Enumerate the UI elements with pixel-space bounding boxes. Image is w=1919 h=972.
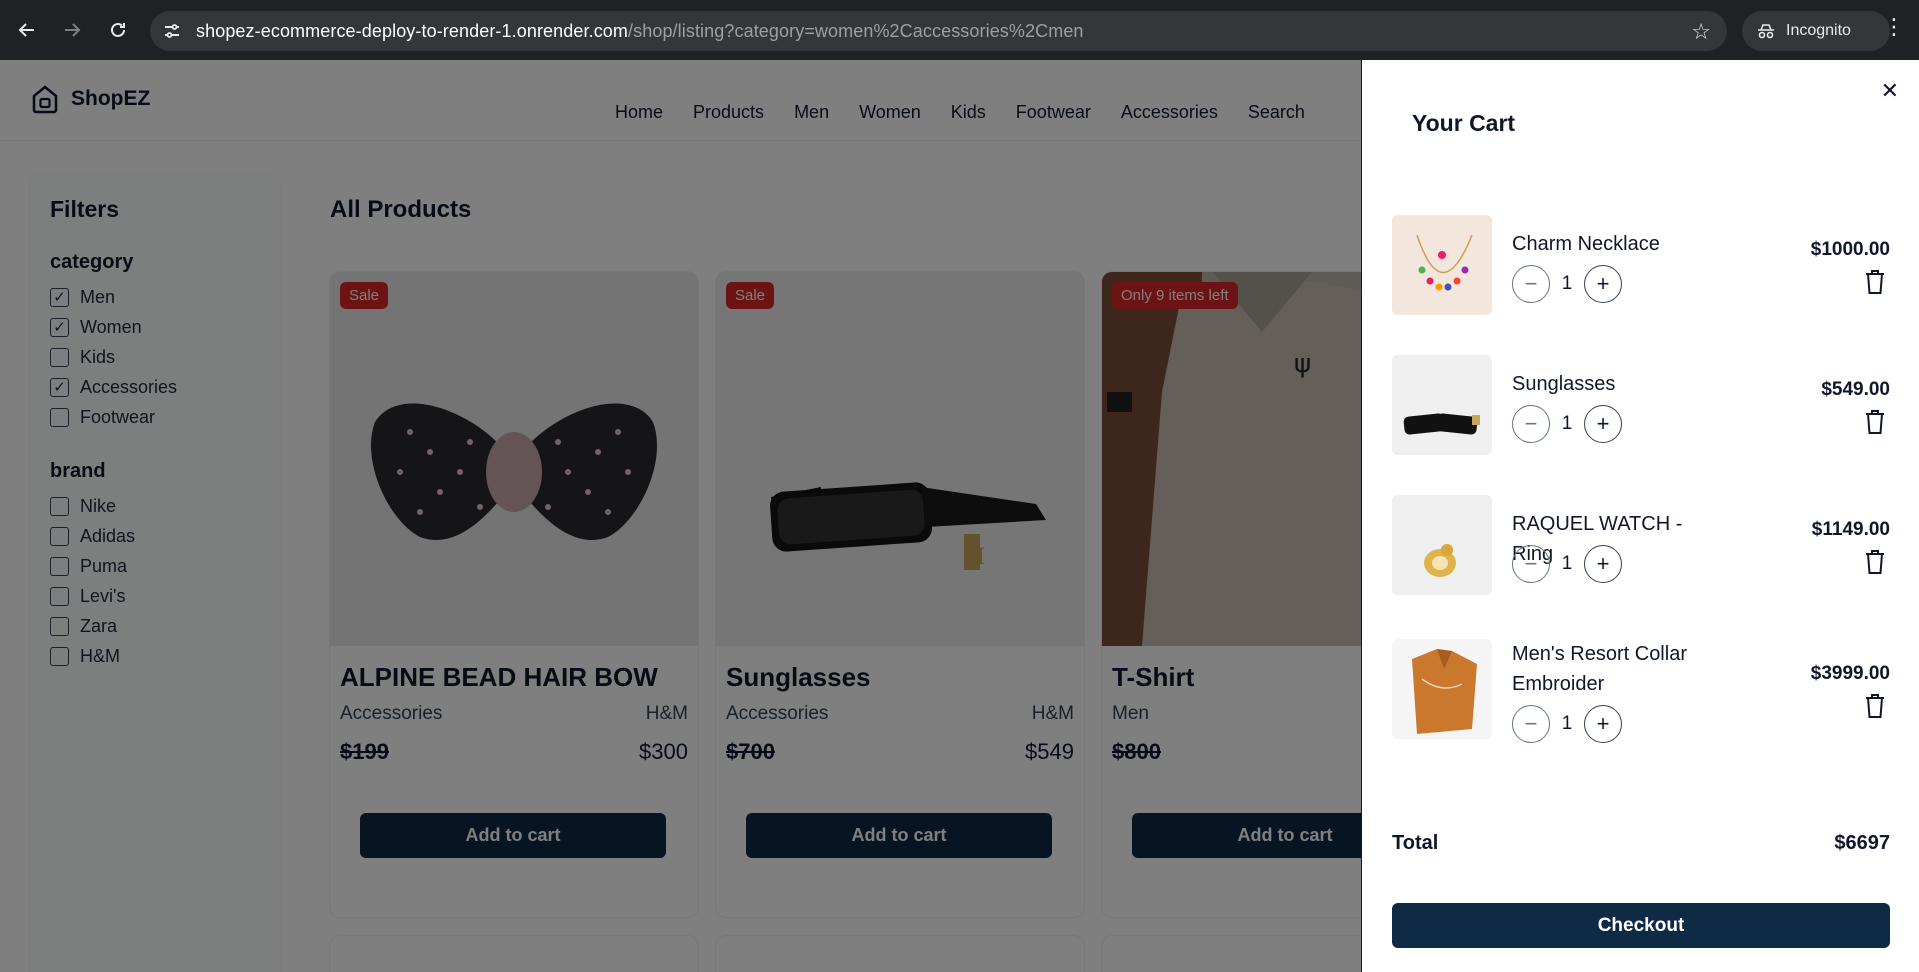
cart-item: RAQUEL WATCH - Ring − 1 + $1149.00 (1392, 495, 1890, 595)
quantity-value: 1 (1561, 553, 1573, 574)
modal-backdrop[interactable] (0, 60, 1361, 972)
close-icon[interactable]: ✕ (1881, 78, 1899, 104)
decrease-quantity-button[interactable]: − (1512, 265, 1550, 303)
cart-item-image (1392, 495, 1492, 595)
cart-item-image (1392, 639, 1492, 739)
cart-item-price: $3999.00 (1810, 663, 1890, 684)
cart-item-image (1392, 215, 1492, 315)
url-text: shopez-ecommerce-deploy-to-render-1.onre… (196, 21, 1084, 41)
cart-item-price: $1000.00 (1810, 239, 1890, 260)
back-arrow-icon[interactable] (11, 14, 43, 46)
cart-drawer: ✕ Your Cart Charm Necklace − 1 + $1000.0… (1361, 60, 1919, 972)
quantity-value: 1 (1561, 273, 1573, 294)
decrease-quantity-button[interactable]: − (1512, 705, 1550, 743)
increase-quantity-button[interactable]: + (1584, 705, 1622, 743)
decrease-quantity-button[interactable]: − (1512, 405, 1550, 443)
quantity-stepper: − 1 + (1512, 705, 1622, 743)
increase-quantity-button[interactable]: + (1584, 545, 1622, 583)
quantity-value: 1 (1561, 713, 1573, 734)
cart-item-name: Charm Necklace (1512, 233, 1660, 255)
forward-arrow-icon[interactable] (56, 14, 88, 46)
cart-item: Charm Necklace − 1 + $1000.00 (1392, 215, 1890, 315)
trash-icon[interactable] (1864, 549, 1886, 575)
cart-item-name: Sunglasses (1512, 373, 1616, 395)
cart-title: Your Cart (1412, 110, 1516, 136)
browser-toolbar: shopez-ecommerce-deploy-to-render-1.onre… (0, 0, 1919, 60)
increase-quantity-button[interactable]: + (1584, 405, 1622, 443)
quantity-value: 1 (1561, 413, 1573, 434)
quantity-stepper: − 1 + (1512, 265, 1622, 303)
increase-quantity-button[interactable]: + (1584, 265, 1622, 303)
incognito-badge[interactable]: Incognito (1742, 11, 1890, 51)
site-info-icon[interactable] (162, 21, 182, 41)
incognito-icon (1758, 24, 1774, 39)
trash-icon[interactable] (1864, 409, 1886, 435)
decrease-quantity-button[interactable]: − (1512, 545, 1550, 583)
cart-item: Sunglasses − 1 + $549.00 (1392, 355, 1890, 455)
bookmark-star-icon[interactable]: ☆ (1691, 19, 1711, 45)
page: ShopEZ Home Products Men Women Kids Foot… (0, 60, 1919, 972)
trash-icon[interactable] (1864, 269, 1886, 295)
total-label: Total (1392, 832, 1439, 854)
cart-total: Total $6697 (1392, 832, 1890, 855)
reload-icon[interactable] (102, 14, 134, 46)
cart-item-image (1392, 355, 1492, 455)
checkout-button[interactable]: Checkout (1392, 903, 1890, 948)
total-value: $6697 (1834, 832, 1890, 854)
quantity-stepper: − 1 + (1512, 405, 1622, 443)
trash-icon[interactable] (1864, 693, 1886, 719)
cart-item-price: $549.00 (1821, 379, 1890, 400)
address-bar[interactable]: shopez-ecommerce-deploy-to-render-1.onre… (150, 11, 1727, 51)
cart-item: Men's Resort Collar Embroider − 1 + $399… (1392, 639, 1890, 749)
incognito-label: Incognito (1786, 22, 1851, 39)
cart-item-name: Men's Resort Collar Embroider (1512, 643, 1687, 695)
cart-item-price: $1149.00 (1811, 519, 1890, 540)
quantity-stepper: − 1 + (1512, 545, 1622, 583)
browser-menu-icon[interactable]: ⋮ (1882, 14, 1906, 40)
